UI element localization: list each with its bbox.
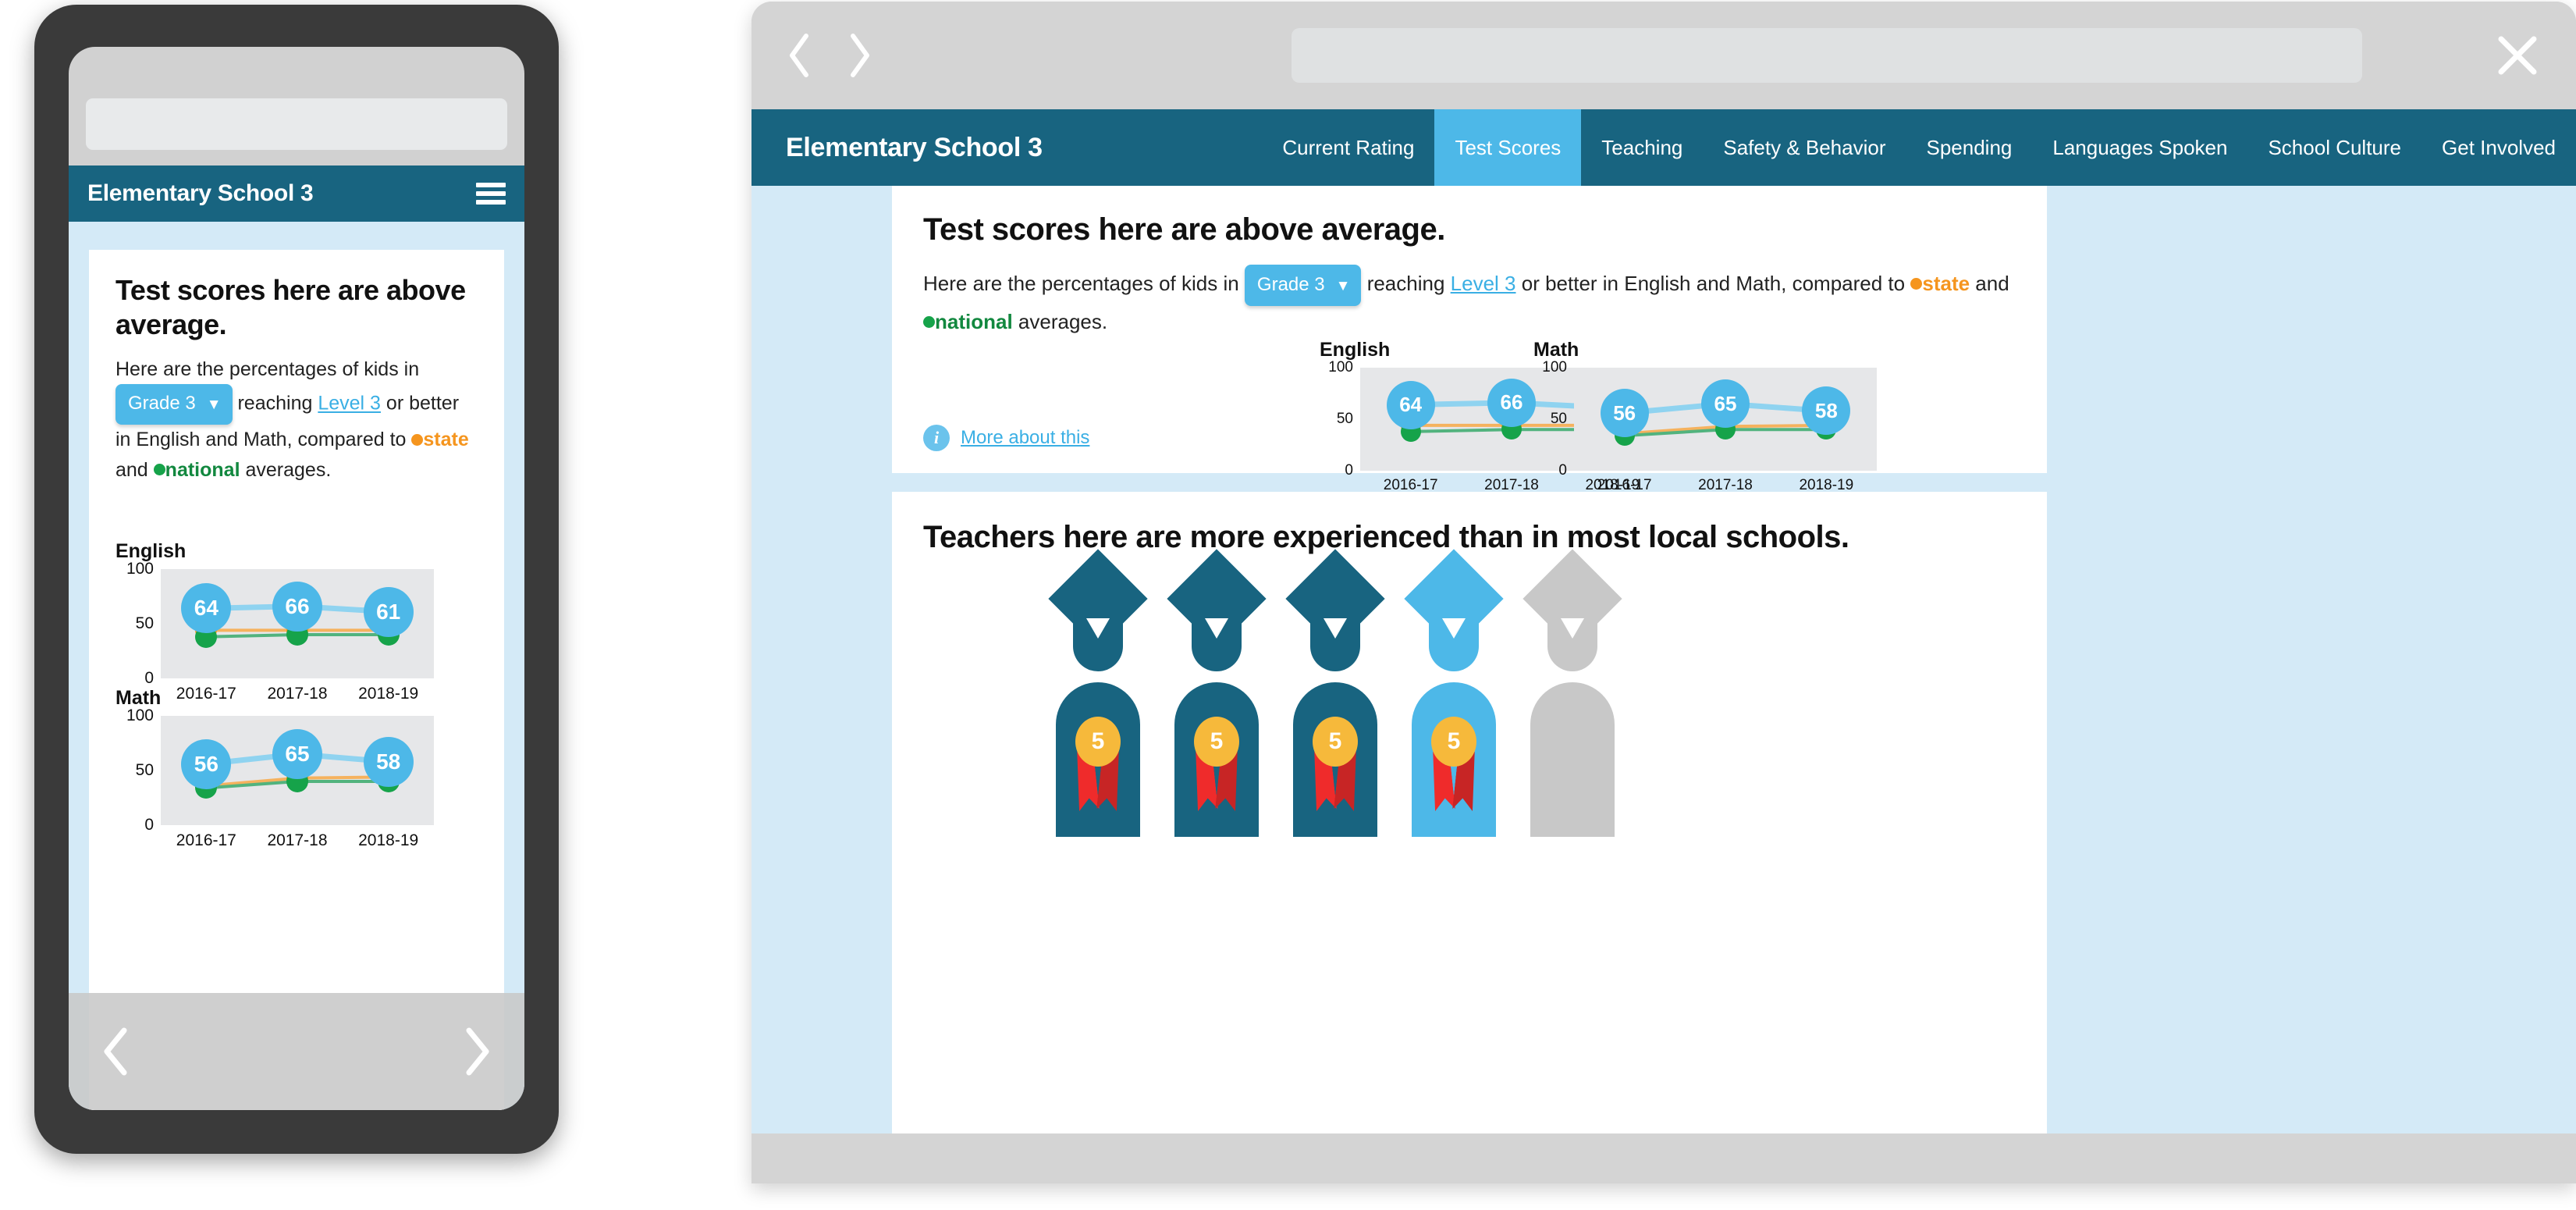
medal-icon: 5	[1431, 717, 1476, 767]
phone-test-scores-card: Test scores here are above average. Here…	[89, 250, 504, 1110]
phone-desc-and: and	[115, 458, 148, 481]
phone-desc-part-2: reaching	[237, 392, 313, 415]
phone-english-chart-title: English	[115, 540, 187, 562]
school-data-point: 66	[272, 581, 322, 632]
desc-part-2: reaching	[1366, 272, 1445, 295]
phone-math-chart: Math 0 50 100 2016-17 2017-18 2018-19 56 65 58	[115, 687, 482, 849]
phone-mockup: Elementary School 3 Test scores here are…	[34, 5, 559, 1154]
chevron-right-icon[interactable]	[844, 31, 875, 80]
national-legend-dot-icon	[153, 464, 165, 476]
close-x-icon[interactable]	[2493, 31, 2542, 80]
grade-select[interactable]: Grade 3 ▼	[1244, 265, 1362, 306]
phone-desc-part-1: Here are the percentages of kids in	[115, 358, 420, 380]
phone-english-chart: English 0 50 100 2016-17 2017-18 2018-19 64 66 6…	[115, 540, 482, 703]
medal-icon: 5	[1194, 717, 1239, 767]
phone-page-title: Test scores here are above average.	[115, 274, 466, 340]
hamburger-icon[interactable]	[476, 183, 506, 205]
nav-tabs: Current Rating Test Scores Teaching Safe…	[1262, 109, 2576, 186]
national-legend-label: national	[935, 309, 1013, 333]
school-data-point: 58	[363, 736, 414, 787]
phone-navbar: Elementary School 3	[69, 165, 524, 222]
page-content: Test scores here are above average. Here…	[751, 186, 2576, 1133]
medal-icon: 5	[1075, 717, 1121, 767]
chevron-down-icon: ▼	[206, 397, 222, 414]
tab-teaching[interactable]: Teaching	[1581, 109, 1703, 186]
desc-part-4: averages.	[1018, 309, 1108, 333]
school-data-point: 56	[1600, 389, 1649, 438]
school-data-point: 56	[181, 738, 232, 789]
more-about-this-row: i More about this	[923, 425, 1089, 451]
browser-toolbar	[751, 2, 2576, 109]
teacher-figure: 5	[1404, 549, 1504, 837]
phone-description: Here are the percentages of kids in Grad…	[115, 354, 478, 485]
tab-spending[interactable]: Spending	[1906, 109, 2032, 186]
math-chart-title: Math	[1533, 339, 1579, 361]
school-data-point: 65	[272, 729, 322, 779]
phone-school-title: Elementary School 3	[87, 180, 314, 206]
phone-url-bar[interactable]	[86, 98, 507, 150]
teachers-heading: Teachers here are more experienced than …	[923, 520, 1849, 554]
teacher-body	[1530, 682, 1615, 837]
chevron-down-icon: ▼	[1335, 278, 1351, 294]
teacher-figure	[1523, 549, 1622, 837]
test-scores-heading: Test scores here are above average.	[923, 212, 1445, 247]
browser-url-input[interactable]	[1292, 28, 2362, 83]
phone-state-label: state	[423, 429, 469, 451]
chevron-left-icon[interactable]	[98, 1024, 134, 1079]
phone-screen: Elementary School 3 Test scores here are…	[69, 47, 524, 1110]
school-data-point: 64	[181, 583, 232, 634]
phone-level-link[interactable]: Level 3	[318, 393, 381, 415]
tab-test-scores[interactable]: Test Scores	[1434, 109, 1582, 186]
desc-part-1: Here are the percentages of kids in	[923, 272, 1239, 295]
tab-get-involved[interactable]: Get Involved	[2421, 109, 2576, 186]
tab-current-rating[interactable]: Current Rating	[1262, 109, 1434, 186]
chevron-left-icon[interactable]	[784, 31, 815, 80]
state-legend-dot-icon	[411, 433, 424, 446]
state-legend-dot-icon	[1910, 278, 1923, 290]
grade-value: Grade 3	[1256, 274, 1325, 295]
desc-and: and	[1975, 272, 2009, 295]
site-navbar: Elementary School 3 Current Rating Test …	[751, 109, 2576, 186]
school-data-point: 61	[363, 586, 414, 637]
phone-bottom-nav	[69, 993, 524, 1110]
tab-school-culture[interactable]: School Culture	[2247, 109, 2421, 186]
tab-safety-behavior[interactable]: Safety & Behavior	[1703, 109, 1906, 186]
math-chart: Math 0 50 100 2016-17 2017-18 2018-19 56 65 58	[1533, 339, 1877, 493]
teacher-figure: 5	[1167, 549, 1267, 837]
teacher-figure: 5	[1285, 549, 1385, 837]
school-data-point: 66	[1487, 378, 1536, 427]
phone-desc-part-4: averages.	[245, 458, 332, 481]
info-icon: i	[923, 425, 950, 451]
teacher-figure: 5	[1048, 549, 1148, 837]
browser-window: Elementary School 3 Current Rating Test …	[751, 2, 2576, 1183]
school-data-point: 65	[1701, 379, 1750, 429]
tab-languages-spoken[interactable]: Languages Spoken	[2032, 109, 2247, 186]
teacher-figures: 5 5 5 5	[1048, 549, 1622, 837]
phone-grade-select[interactable]: Grade 3 ▼	[115, 384, 233, 425]
more-about-this-link[interactable]: More about this	[961, 427, 1089, 449]
phone-grade-value: Grade 3	[128, 393, 196, 415]
teachers-card: Teachers here are more experienced than …	[892, 492, 2047, 1133]
level-link[interactable]: Level 3	[1451, 272, 1516, 295]
school-data-point: 58	[1802, 386, 1851, 436]
chevron-right-icon[interactable]	[459, 1024, 495, 1079]
medal-icon: 5	[1313, 717, 1358, 767]
state-legend-label: state	[1922, 272, 1970, 295]
test-scores-description: Here are the percentages of kids in Grad…	[923, 265, 2016, 338]
desc-part-3: or better in English and Math, compared …	[1521, 272, 1906, 295]
school-data-point: 64	[1386, 380, 1435, 429]
phone-content-area: Test scores here are above average. Here…	[69, 222, 524, 1110]
national-legend-dot-icon	[923, 316, 935, 329]
phone-national-label: national	[165, 458, 240, 481]
school-title: Elementary School 3	[786, 132, 1043, 162]
test-scores-card: Test scores here are above average. Here…	[892, 186, 2047, 493]
phone-math-chart-title: Math	[115, 687, 162, 709]
